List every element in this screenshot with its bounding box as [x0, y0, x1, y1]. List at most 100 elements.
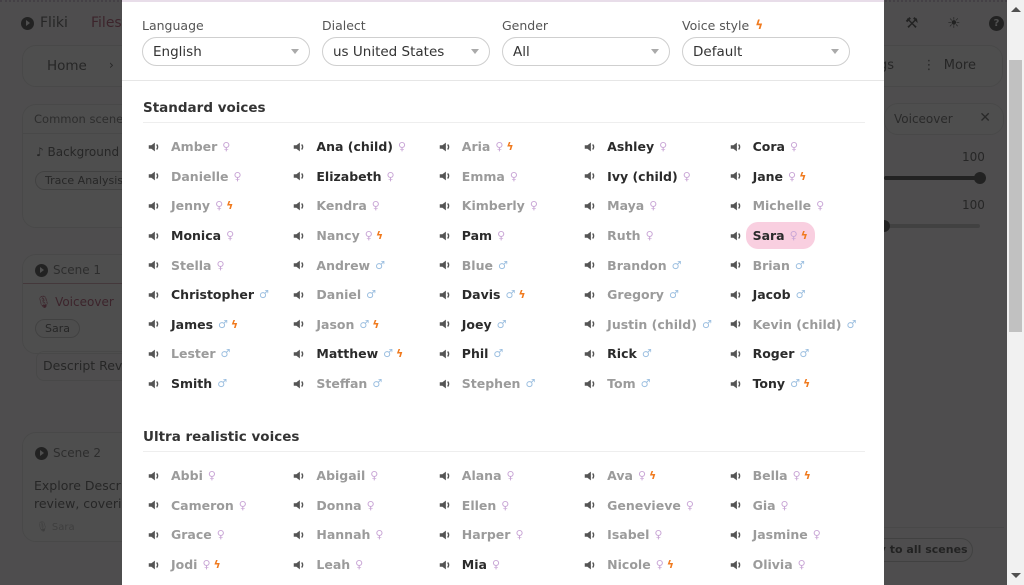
voice-option[interactable]: Abigail ♀: [288, 461, 433, 491]
voice-option[interactable]: Leah ♀: [288, 550, 433, 580]
speaker-icon[interactable]: [438, 199, 452, 213]
speaker-icon[interactable]: [729, 169, 743, 183]
voice-label[interactable]: Ellen ♀: [462, 495, 510, 516]
page-scrollbar[interactable]: [1007, 0, 1024, 585]
speaker-icon[interactable]: [147, 347, 161, 361]
scrollbar-thumb[interactable]: [1009, 60, 1022, 332]
voice-option[interactable]: Lester ♂: [143, 339, 288, 369]
voice-label[interactable]: Elizabeth ♀: [316, 166, 394, 187]
voice-option[interactable]: Elizabeth ♀: [288, 162, 433, 192]
voice-label[interactable]: Steffan ♂: [316, 373, 382, 394]
voice-option[interactable]: Emma ♀: [434, 162, 579, 192]
speaker-icon[interactable]: [583, 498, 597, 512]
voice-label[interactable]: Cora ♀: [753, 136, 798, 157]
voice-option[interactable]: Daniel ♂: [288, 280, 433, 310]
voice-label[interactable]: Nicole ♀ ϟ: [607, 554, 674, 575]
voice-label[interactable]: Ivy (child) ♀: [607, 166, 691, 187]
voice-label[interactable]: Mia ♀: [462, 554, 500, 575]
voice-option[interactable]: Jason ♂ ϟ: [288, 310, 433, 340]
speaker-icon[interactable]: [292, 469, 306, 483]
voice-option[interactable]: Rick ♂: [579, 339, 724, 369]
voice-option[interactable]: Sara ♀ ϟ: [725, 221, 870, 251]
voice-label[interactable]: Cameron ♀: [171, 495, 247, 516]
voice-option[interactable]: Ashley ♀: [579, 132, 724, 162]
speaker-icon[interactable]: [147, 377, 161, 391]
speaker-icon[interactable]: [438, 140, 452, 154]
speaker-icon[interactable]: [147, 528, 161, 542]
speaker-icon[interactable]: [292, 229, 306, 243]
voice-option[interactable]: James ♂ ϟ: [143, 310, 288, 340]
speaker-icon[interactable]: [147, 258, 161, 272]
voice-option[interactable]: Brandon ♂: [579, 250, 724, 280]
speaker-icon[interactable]: [729, 288, 743, 302]
voice-label[interactable]: Ashley ♀: [607, 136, 667, 157]
voice-option[interactable]: Maya ♀: [579, 191, 724, 221]
voice-option[interactable]: Matthew ♂ ϟ: [288, 339, 433, 369]
voice-label[interactable]: Jane ♀ ϟ: [753, 166, 807, 187]
voice-option[interactable]: Gregory ♂: [579, 280, 724, 310]
voice-label[interactable]: Jasmine ♀: [753, 524, 821, 545]
speaker-icon[interactable]: [438, 258, 452, 272]
voice-option[interactable]: Donna ♀: [288, 491, 433, 521]
voice-option[interactable]: Roger ♂: [725, 339, 870, 369]
gender-select[interactable]: All: [502, 37, 670, 66]
voice-label[interactable]: Amber ♀: [171, 136, 230, 157]
voice-option[interactable]: Brian ♂: [725, 250, 870, 280]
speaker-icon[interactable]: [583, 317, 597, 331]
voice-label[interactable]: Phil ♂: [462, 343, 504, 364]
voice-option[interactable]: Genevieve ♀: [579, 491, 724, 521]
voice-label[interactable]: Kevin (child) ♂: [753, 314, 857, 335]
speaker-icon[interactable]: [729, 469, 743, 483]
voice-option[interactable]: Ellen ♀: [434, 491, 579, 521]
voice-label[interactable]: James ♂ ϟ: [171, 314, 238, 335]
speaker-icon[interactable]: [583, 169, 597, 183]
voice-label[interactable]: Brian ♂: [753, 255, 805, 276]
speaker-icon[interactable]: [292, 169, 306, 183]
voice-option[interactable]: Gia ♀: [725, 491, 870, 521]
voice-option[interactable]: Ava ♀ ϟ: [579, 461, 724, 491]
scroll-down-arrow-icon[interactable]: [1011, 573, 1021, 578]
voice-option[interactable]: Justin (child) ♂: [579, 310, 724, 340]
voice-label[interactable]: Nancy ♀ ϟ: [316, 225, 383, 246]
voice-label[interactable]: Genevieve ♀: [607, 495, 694, 516]
scroll-up-arrow-icon[interactable]: [1011, 7, 1021, 12]
voice-label[interactable]: Emma ♀: [462, 166, 518, 187]
voice-label[interactable]: Danielle ♀: [171, 166, 242, 187]
voice-label[interactable]: Monica ♀: [171, 225, 234, 246]
voice-option[interactable]: Andrew ♂: [288, 250, 433, 280]
voice-option[interactable]: Amber ♀: [143, 132, 288, 162]
voice-label[interactable]: Matthew ♂ ϟ: [316, 343, 403, 364]
voice-option[interactable]: Danielle ♀: [143, 162, 288, 192]
voice-option[interactable]: Kimberly ♀: [434, 191, 579, 221]
speaker-icon[interactable]: [292, 258, 306, 272]
speaker-icon[interactable]: [438, 469, 452, 483]
voice-option[interactable]: Stella ♀: [143, 250, 288, 280]
speaker-icon[interactable]: [147, 469, 161, 483]
speaker-icon[interactable]: [147, 498, 161, 512]
voice-option[interactable]: Harper ♀: [434, 520, 579, 550]
voice-label[interactable]: Stella ♀: [171, 255, 225, 276]
voice-option[interactable]: Blue ♂: [434, 250, 579, 280]
voice-label[interactable]: Isabel ♀: [607, 524, 662, 545]
voice-label[interactable]: Tom ♂: [607, 373, 650, 394]
voice-option[interactable]: Bella ♀ ϟ: [725, 461, 870, 491]
speaker-icon[interactable]: [583, 558, 597, 572]
voice-option[interactable]: Monica ♀: [143, 221, 288, 251]
speaker-icon[interactable]: [729, 229, 743, 243]
voice-label[interactable]: Abigail ♀: [316, 465, 378, 486]
speaker-icon[interactable]: [729, 347, 743, 361]
speaker-icon[interactable]: [147, 229, 161, 243]
voice-option[interactable]: Tony ♂ ϟ: [725, 369, 870, 399]
speaker-icon[interactable]: [292, 528, 306, 542]
voice-label[interactable]: Abbi ♀: [171, 465, 216, 486]
speaker-icon[interactable]: [729, 140, 743, 154]
voice-label[interactable]: Maya ♀: [607, 195, 657, 216]
speaker-icon[interactable]: [729, 317, 743, 331]
speaker-icon[interactable]: [729, 528, 743, 542]
voice-option[interactable]: Steffan ♂: [288, 369, 433, 399]
speaker-icon[interactable]: [292, 199, 306, 213]
voice-label[interactable]: Rick ♂: [607, 343, 652, 364]
speaker-icon[interactable]: [583, 347, 597, 361]
speaker-icon[interactable]: [583, 258, 597, 272]
voice-label[interactable]: Grace ♀: [171, 524, 225, 545]
